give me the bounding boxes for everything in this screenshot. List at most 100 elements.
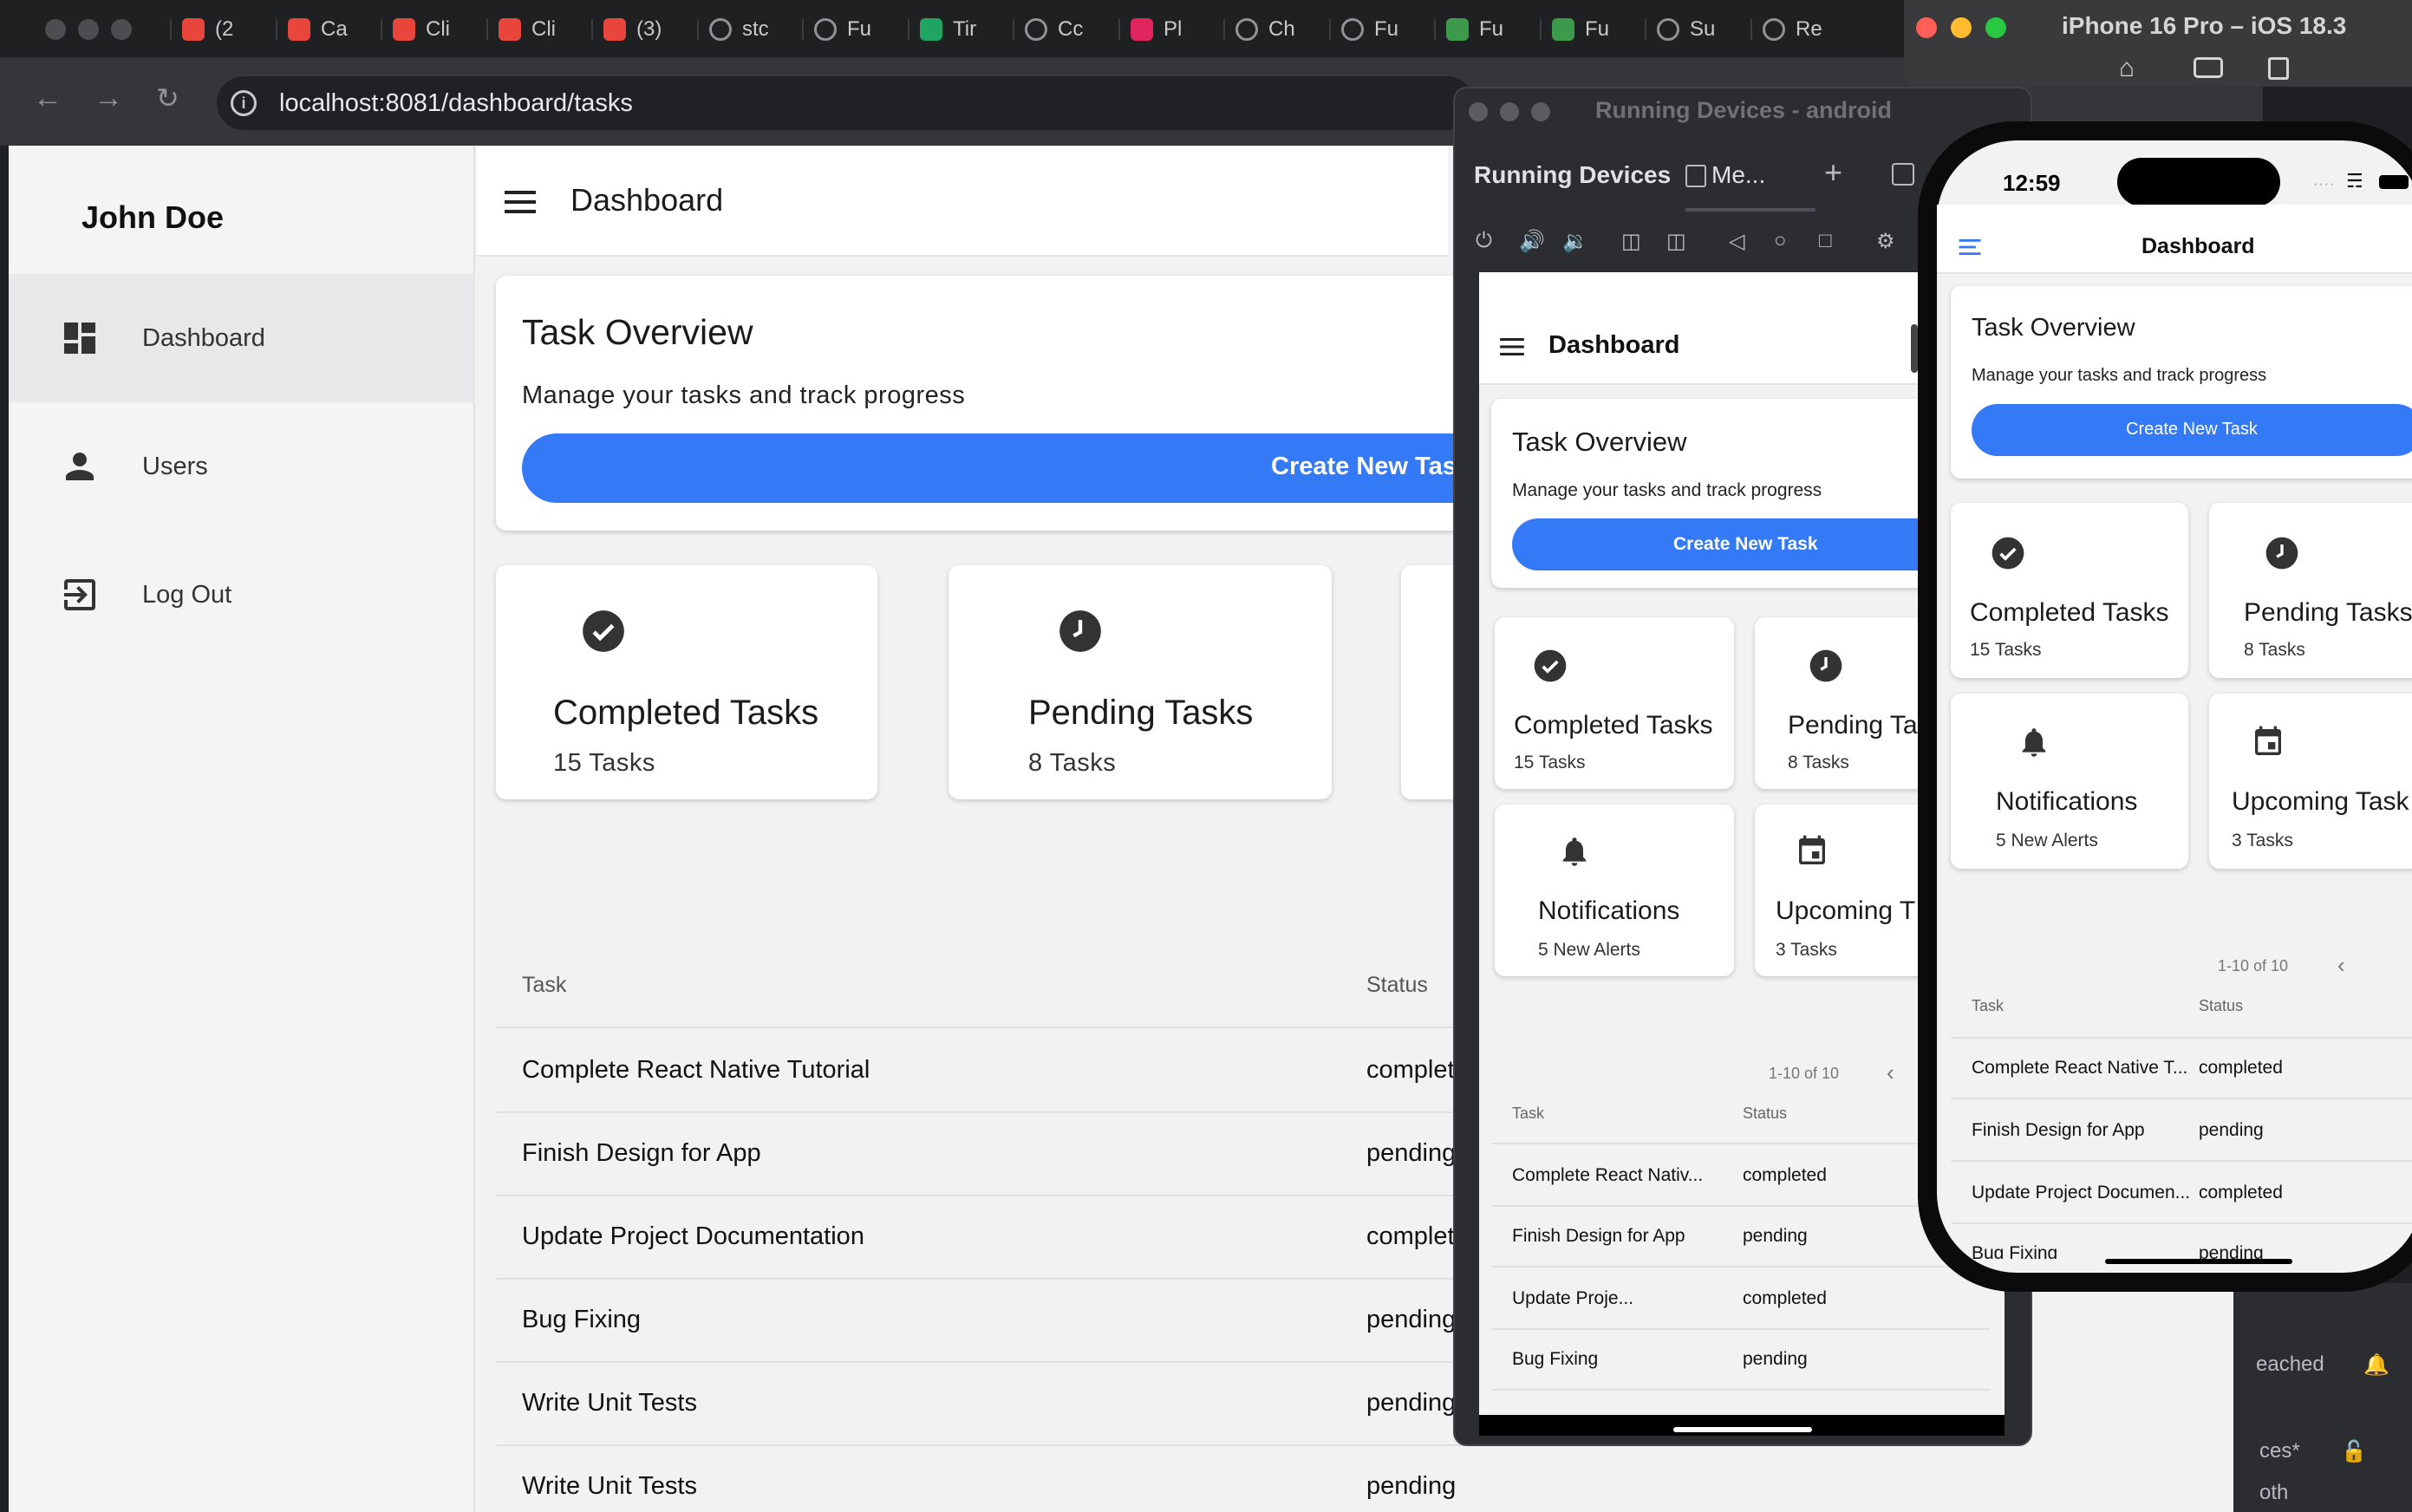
- screenshot-icon[interactable]: [2194, 57, 2223, 78]
- table-cell-status: completed: [2199, 1183, 2283, 1202]
- home-icon[interactable]: ⌂: [2119, 54, 2135, 83]
- stat-title: Pending Ta: [1788, 711, 1918, 740]
- browser-tab[interactable]: Pl: [1131, 12, 1214, 47]
- browser-tab[interactable]: (3): [603, 12, 687, 47]
- tab-separator: [486, 19, 488, 40]
- browser-tab[interactable]: Tir: [920, 12, 1003, 47]
- sim-minimize-button[interactable]: [1951, 17, 1972, 38]
- ios-home-indicator[interactable]: [2105, 1259, 2292, 1264]
- background-snippet: oth: [2259, 1481, 2289, 1504]
- table-cell-task: Bug Fixing: [1512, 1349, 1599, 1369]
- sidebar-item-dashboard[interactable]: Dashboard: [9, 274, 475, 402]
- stat-title: Pending Tasks: [2244, 598, 2412, 627]
- tab-separator: [802, 19, 804, 40]
- stat-count: 5 New Alerts: [1538, 940, 1640, 960]
- table-divider: [1491, 1266, 1991, 1268]
- sim-zoom-button[interactable]: [1985, 17, 2006, 38]
- browser-tab[interactable]: (2: [182, 12, 265, 47]
- stat-title: Completed Tasks: [553, 694, 819, 732]
- tab-separator: [381, 19, 382, 40]
- rotate-right-icon[interactable]: ◫: [1666, 229, 1686, 254]
- tab-separator: [1329, 19, 1331, 40]
- table-cell-status: pending: [1366, 1472, 1457, 1500]
- android-page-title: Dashboard: [1548, 331, 1680, 359]
- clock-icon: [2265, 537, 2298, 570]
- table-cell-status: complet: [1366, 1056, 1455, 1084]
- ios-overview-subtitle: Manage your tasks and track progress: [1972, 366, 2267, 385]
- add-device-icon[interactable]: +: [1824, 154, 1842, 191]
- menu-icon[interactable]: [505, 191, 536, 213]
- android-home-icon[interactable]: ○: [1774, 229, 1787, 253]
- calendar-icon: [1799, 835, 1825, 864]
- reload-icon[interactable]: ↻: [156, 83, 179, 113]
- site-info-icon[interactable]: i: [231, 90, 257, 116]
- ios-menu-icon[interactable]: [1958, 239, 1982, 255]
- table-divider: [496, 1444, 1467, 1446]
- android-back-icon[interactable]: ◁: [1729, 229, 1744, 254]
- minimize-window-button[interactable]: [78, 19, 99, 40]
- browser-tab[interactable]: stс: [709, 12, 792, 47]
- red-cube-icon: [288, 18, 310, 41]
- overview-title: Task Overview: [522, 312, 753, 352]
- browser-tab[interactable]: Su: [1657, 12, 1740, 47]
- zoom-window-button[interactable]: [111, 19, 132, 40]
- android-close-button[interactable]: [1469, 102, 1488, 121]
- android-menu-icon[interactable]: [1500, 338, 1524, 355]
- rotate-icon[interactable]: [2268, 57, 2289, 80]
- android-prev-page-icon[interactable]: ‹: [1887, 1059, 1894, 1086]
- window-mode-icon[interactable]: [1892, 163, 1914, 186]
- sidebar-item-users[interactable]: Users: [9, 402, 475, 531]
- close-window-button[interactable]: [45, 19, 66, 40]
- stat-title: Upcoming T: [1776, 896, 1916, 925]
- ios-table-header-status: Status: [2199, 997, 2244, 1014]
- dynamic-island: [2117, 158, 2280, 206]
- ios-prev-page-icon[interactable]: ‹: [2337, 952, 2345, 979]
- table-divider: [1951, 1037, 2412, 1039]
- device-tab[interactable]: Me...: [1711, 161, 1765, 189]
- android-scrollbar[interactable]: [1911, 324, 1918, 373]
- browser-tab[interactable]: Ca: [288, 12, 371, 47]
- browser-tab[interactable]: Cli: [393, 12, 476, 47]
- unlock-icon[interactable]: 🔓: [2341, 1439, 2367, 1464]
- volume-up-icon[interactable]: 🔊: [1519, 229, 1545, 254]
- browser-tab[interactable]: Cc: [1025, 12, 1108, 47]
- table-divider: [1951, 1222, 2412, 1224]
- browser-tab[interactable]: Fu: [814, 12, 897, 47]
- forward-icon[interactable]: →: [94, 83, 123, 113]
- globe-icon: [1025, 18, 1047, 41]
- fs-icon: [1446, 18, 1469, 41]
- volume-down-icon[interactable]: 🔉: [1562, 229, 1588, 254]
- browser-tab[interactable]: Fu: [1341, 12, 1424, 47]
- back-icon[interactable]: ←: [33, 83, 62, 113]
- power-icon[interactable]: ⏻: [1476, 229, 1492, 253]
- android-minimize-button[interactable]: [1500, 102, 1519, 121]
- notification-bell-icon[interactable]: 🔔: [2363, 1352, 2389, 1378]
- tab-separator: [1645, 19, 1646, 40]
- table-cell-task: Update Project Documen...: [1972, 1183, 2191, 1202]
- browser-tab[interactable]: Re: [1763, 12, 1846, 47]
- browser-tab[interactable]: Fu: [1552, 12, 1635, 47]
- device-settings-icon[interactable]: ⚙: [1876, 229, 1895, 254]
- android-nav-bar: [1479, 1415, 2005, 1436]
- android-home-indicator[interactable]: [1673, 1427, 1812, 1432]
- rotate-left-icon[interactable]: ◫: [1621, 229, 1641, 254]
- ios-page-title: Dashboard: [2141, 234, 2255, 258]
- browser-tab[interactable]: Cli: [499, 12, 582, 47]
- stat-title: Completed Tasks: [1970, 598, 2169, 627]
- android-overview-icon[interactable]: □: [1819, 229, 1832, 253]
- browser-tab-label: Fu: [1479, 17, 1504, 41]
- sidebar-item-logout[interactable]: Log Out: [9, 531, 475, 659]
- check-circle-icon: [583, 610, 624, 652]
- sidebar-item-label: Users: [142, 452, 208, 480]
- red-cube-icon: [603, 18, 626, 41]
- ios-create-task-label: Create New Task: [2126, 420, 2258, 439]
- globe-icon: [814, 18, 837, 41]
- browser-tab-label: (2: [215, 17, 234, 41]
- sim-close-button[interactable]: [1916, 17, 1937, 38]
- table-cell-status: pending: [1366, 1306, 1457, 1333]
- dashboard-icon: [64, 323, 95, 354]
- browser-tab[interactable]: Fu: [1446, 12, 1529, 47]
- clock-icon: [1809, 649, 1842, 682]
- android-zoom-button[interactable]: [1531, 102, 1550, 121]
- browser-tab[interactable]: Ch: [1235, 12, 1319, 47]
